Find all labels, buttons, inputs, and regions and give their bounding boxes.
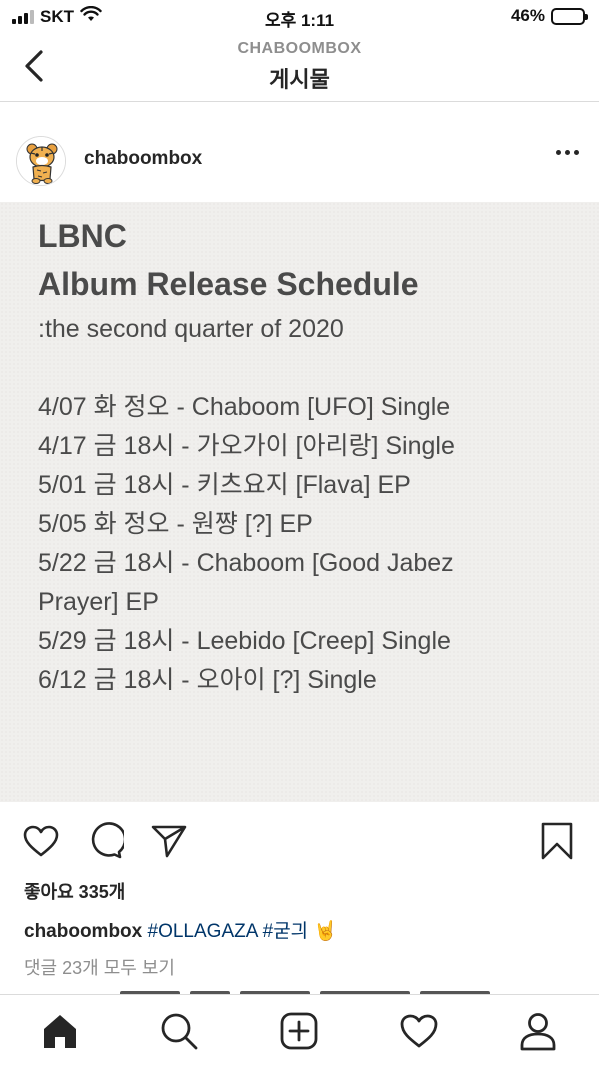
likes-count[interactable]: 좋아요 335개 [24,878,125,904]
post-caption: chaboombox #OLLAGAZA #굳긔 🤘 [24,916,337,943]
post-username[interactable]: chaboombox [84,148,202,170]
schedule-item: 5/22 금 18시 - Chaboom [Good Jabez Prayer]… [38,549,454,616]
more-horizontal-icon [556,150,561,155]
nav-title: 게시물 [269,67,330,92]
battery-percent: 46% [510,6,545,25]
more-button[interactable] [556,150,579,155]
schedule-item: 5/05 화 정오 - 원쨩 [?] EP [38,510,313,538]
activity-icon [400,1014,438,1048]
tab-activity[interactable] [397,1009,441,1053]
profile-icon [520,1013,556,1051]
home-icon [44,1015,76,1048]
schedule-item: 5/01 금 18시 - 키츠요지 [Flava] EP [38,471,411,499]
post-actions [0,816,599,866]
status-time: 오후 1:11 [264,11,335,30]
image-title-line1: LBNC [38,218,127,254]
image-subtitle: :the second quarter of 2020 [38,315,344,343]
tiger-mascot-icon [17,137,65,185]
nav-header: CHABOOMBOX 게시물 [0,34,599,102]
view-all-comments-link[interactable]: 댓글 23개 모두 보기 [24,954,175,980]
send-icon [151,825,187,858]
bottom-tab-bar [0,994,599,1067]
share-button[interactable] [148,820,190,862]
schedule-list: 4/07 화 정오 - Chaboom [UFO] Single 4/17 금 … [38,388,578,700]
caption-hashtags[interactable]: #OLLAGAZA #굳긔 [148,921,309,942]
status-bar: SKT 오후 1:11 46% [0,0,599,34]
new-post-icon [280,1012,318,1050]
tab-search[interactable] [157,1009,201,1053]
tab-new-post[interactable] [277,1009,321,1053]
search-icon [161,1013,198,1050]
schedule-item: 5/29 금 18시 - Leebido [Creep] Single [38,627,451,655]
heart-icon [23,825,59,857]
tab-home[interactable] [38,1009,82,1053]
battery-icon [551,7,588,25]
comment-icon [91,822,124,859]
post-header: chaboombox [0,120,599,200]
comment-button[interactable] [84,820,126,862]
post-image[interactable]: LBNC Album Release Schedule :the second … [0,202,599,802]
image-title-line2: Album Release Schedule [38,266,419,302]
rock-hand-emoji-icon: 🤘 [313,921,338,942]
bookmark-icon [541,822,573,860]
avatar[interactable] [16,136,66,186]
save-button[interactable] [536,820,578,862]
schedule-item: 4/07 화 정오 - Chaboom [UFO] Single [38,393,451,421]
schedule-item: 6/12 금 18시 - 오아이 [?] Single [38,666,377,694]
tab-profile[interactable] [516,1009,560,1053]
like-button[interactable] [20,820,62,862]
caption-username[interactable]: chaboombox [24,921,142,942]
nav-subtitle: CHABOOMBOX [237,40,362,57]
status-right: 46% [510,6,588,26]
schedule-item: 4/17 금 18시 - 가오가이 [아리랑] Single [38,432,455,460]
